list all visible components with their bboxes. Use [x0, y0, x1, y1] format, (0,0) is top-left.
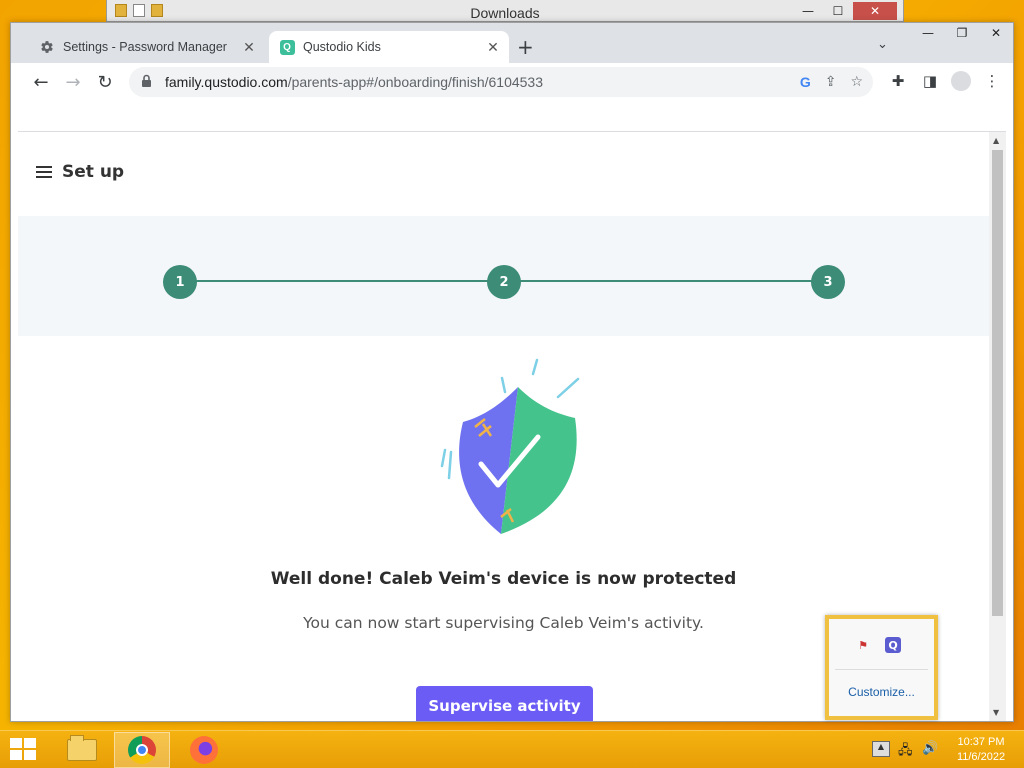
- scroll-down-icon[interactable]: ▼: [993, 708, 999, 717]
- firefox-icon: [190, 736, 218, 764]
- lock-icon[interactable]: [141, 73, 155, 92]
- close-button[interactable]: ✕: [979, 23, 1013, 43]
- chrome-taskbar-button[interactable]: [114, 732, 170, 768]
- address-bar[interactable]: family.qustodio.com/parents-app#/onboard…: [129, 67, 873, 97]
- taskbar: ▲ 🖧 🔊 10:37 PM 11/6/2022: [0, 730, 1024, 768]
- chrome-window-controls: — ❐ ✕: [911, 23, 1013, 43]
- progress-stepper: 1 2 3: [18, 216, 989, 336]
- action-center-flag-icon[interactable]: ⚑: [855, 637, 871, 653]
- close-tab-icon[interactable]: ✕: [239, 39, 259, 56]
- reload-icon[interactable]: ↻: [89, 67, 121, 97]
- extensions-icon[interactable]: ✚: [887, 68, 909, 94]
- firefox-taskbar-button[interactable]: [176, 732, 232, 768]
- divider: [835, 669, 928, 670]
- tab-strip: Settings - Password Manager ✕ Q Qustodio…: [11, 23, 1013, 63]
- close-button[interactable]: ✕: [853, 2, 897, 20]
- volume-icon[interactable]: 🔊: [922, 741, 938, 756]
- minimize-button[interactable]: —: [793, 2, 823, 20]
- url-text[interactable]: family.qustodio.com/parents-app#/onboard…: [165, 74, 800, 90]
- maximize-button[interactable]: ❐: [945, 23, 979, 43]
- hamburger-menu-icon[interactable]: [36, 163, 52, 181]
- step-1: 1: [163, 265, 197, 299]
- close-tab-icon[interactable]: ✕: [483, 39, 503, 56]
- scrollbar-thumb[interactable]: [992, 150, 1003, 616]
- side-panel-icon[interactable]: ◨: [919, 68, 941, 94]
- show-hidden-icons-button[interactable]: ▲: [872, 741, 890, 757]
- supervise-activity-button[interactable]: Supervise activity: [416, 686, 593, 721]
- folder-icon: [67, 735, 97, 761]
- explorer-title: Downloads: [470, 5, 540, 21]
- scroll-up-icon[interactable]: ▲: [993, 136, 999, 145]
- customize-link[interactable]: Customize...: [829, 685, 934, 699]
- minimize-button[interactable]: —: [911, 23, 945, 43]
- tab-settings[interactable]: Settings - Password Manager ✕: [29, 31, 265, 63]
- qustodio-icon: Q: [279, 39, 295, 55]
- forward-arrow-icon[interactable]: →: [57, 67, 89, 97]
- tab-label: Settings - Password Manager: [63, 40, 227, 54]
- clock-time: 10:37 PM: [957, 736, 1005, 748]
- explorer-window-controls: — ☐ ✕: [793, 2, 897, 20]
- shield-check-illustration: [440, 358, 580, 534]
- gear-icon: [39, 39, 55, 55]
- chrome-icon: [128, 736, 156, 764]
- tab-label: Qustodio Kids: [303, 40, 381, 54]
- google-icon[interactable]: G: [800, 74, 811, 90]
- notification-overflow-popup: ⚑ Q Customize...: [825, 615, 938, 720]
- maximize-button[interactable]: ☐: [823, 2, 853, 20]
- chevron-down-icon[interactable]: ⌄: [877, 37, 888, 52]
- back-arrow-icon[interactable]: ←: [25, 67, 57, 97]
- menu-dots-icon[interactable]: ⋮: [981, 68, 1003, 94]
- new-tab-button[interactable]: +: [517, 37, 534, 57]
- background-explorer-window: Downloads — ☐ ✕: [106, 0, 904, 22]
- setup-header: Set up: [36, 162, 124, 182]
- page-title: Set up: [62, 162, 125, 182]
- step-3: 3: [811, 265, 845, 299]
- star-icon[interactable]: ☆: [850, 74, 863, 90]
- step-2: 2: [487, 265, 521, 299]
- qustodio-tray-icon[interactable]: Q: [885, 637, 901, 653]
- browser-toolbar: ← → ↻ family.qustodio.com/parents-app#/o…: [11, 63, 1013, 101]
- clock-date: 11/6/2022: [956, 751, 1006, 763]
- profile-avatar-icon[interactable]: [951, 71, 971, 91]
- windows-start-icon[interactable]: [10, 738, 38, 762]
- network-icon[interactable]: 🖧: [898, 741, 913, 763]
- success-headline: Well done! Caleb Veim's device is now pr…: [270, 569, 737, 589]
- share-icon[interactable]: ⇪: [825, 74, 837, 90]
- tab-qustodio-kids[interactable]: Q Qustodio Kids ✕: [269, 31, 509, 63]
- vertical-scrollbar[interactable]: ▲ ▼: [989, 132, 1006, 721]
- file-explorer-taskbar-button[interactable]: [54, 732, 110, 768]
- system-clock[interactable]: 10:37 PM 11/6/2022: [948, 735, 1014, 765]
